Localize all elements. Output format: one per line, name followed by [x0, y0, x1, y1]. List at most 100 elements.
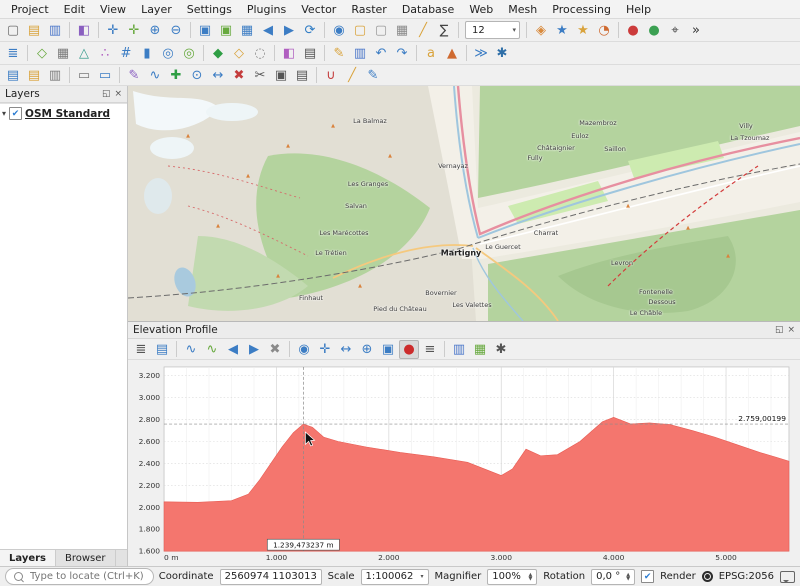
magnifier-spinner[interactable]: 100%▲▼	[487, 569, 537, 585]
python-console-icon[interactable]: ≫	[471, 44, 491, 63]
open-project-icon[interactable]: ▤	[24, 21, 44, 40]
show-bookmarks-icon[interactable]: ★	[573, 21, 593, 40]
osm-place-search-icon[interactable]: ●	[623, 21, 643, 40]
save-layer-edits-icon[interactable]: ▥	[350, 44, 370, 63]
digitize-with-segment-icon[interactable]: ∿	[145, 66, 165, 85]
menu-vector[interactable]: Vector	[294, 2, 343, 17]
lock-axis-scales-icon[interactable]: ≡	[420, 340, 440, 359]
zoom-full-profile-icon[interactable]: ▣	[378, 340, 398, 359]
menu-processing[interactable]: Processing	[545, 2, 618, 17]
menu-edit[interactable]: Edit	[57, 2, 92, 17]
zoom-to-layer-icon[interactable]: ▦	[237, 21, 257, 40]
zoom-to-selection-icon[interactable]: ▣	[216, 21, 236, 40]
menu-database[interactable]: Database	[395, 2, 462, 17]
elevation-profile-chart[interactable]: 1.6001.8002.0002.2002.4002.6002.8003.000…	[128, 360, 800, 566]
menu-plugins[interactable]: Plugins	[240, 2, 293, 17]
label-toolbar-icon[interactable]: a	[421, 44, 441, 63]
font-size-combo[interactable]: 12▾	[465, 21, 520, 39]
render-checkbox[interactable]: ✔	[641, 570, 654, 583]
pan-profile-icon[interactable]: ✛	[315, 340, 335, 359]
move-feature-icon[interactable]: ↔	[208, 66, 228, 85]
snapping-options-icon[interactable]: ∪	[321, 66, 341, 85]
add-wms-layer-icon[interactable]: ◎	[158, 44, 178, 63]
profile-options-icon[interactable]: ✱	[491, 340, 511, 359]
identify-features-icon[interactable]: ◉	[329, 21, 349, 40]
zoom-profile-icon[interactable]: ⊕	[357, 340, 377, 359]
measure-icon[interactable]: ╱	[342, 66, 362, 85]
identify-tool-icon[interactable]: ◉	[294, 340, 314, 359]
menu-help[interactable]: Help	[619, 2, 658, 17]
layer-checkbox[interactable]: ✔	[9, 107, 22, 120]
nudge-left-icon[interactable]: ◀	[223, 340, 243, 359]
refresh-map-icon[interactable]: ⟳	[300, 21, 320, 40]
export-image-icon[interactable]: ▦	[470, 340, 490, 359]
select-features-icon[interactable]: ▢	[350, 21, 370, 40]
zoom-last-icon[interactable]: ◀	[258, 21, 278, 40]
locate-box[interactable]	[5, 568, 154, 585]
statistical-summary-icon[interactable]: ∑	[434, 21, 454, 40]
menu-settings[interactable]: Settings	[180, 2, 239, 17]
deselect-features-icon[interactable]: ▢	[371, 21, 391, 40]
processing-toolbox-icon[interactable]: ✱	[492, 44, 512, 63]
undo-icon[interactable]: ↶	[371, 44, 391, 63]
zoom-next-icon[interactable]: ▶	[279, 21, 299, 40]
project-home-icon[interactable]: ▤	[3, 66, 23, 85]
add-xyz-layer-icon[interactable]: ◎	[179, 44, 199, 63]
open-layers-panel-icon[interactable]: ▤	[300, 44, 320, 63]
expander-icon[interactable]: ▾	[2, 109, 6, 118]
pin-labels-icon[interactable]: ⌖	[665, 21, 685, 40]
new-virtual-layer-icon[interactable]: ◌	[250, 44, 270, 63]
save-project-icon[interactable]: ▥	[45, 21, 65, 40]
zoom-in-icon[interactable]: ⊕	[145, 21, 165, 40]
add-mesh-layer-icon[interactable]: △	[74, 44, 94, 63]
tab-layers[interactable]: Layers	[0, 550, 56, 566]
new-bookmark-icon[interactable]: ★	[552, 21, 572, 40]
open-data-folder-icon[interactable]: ▤	[24, 66, 44, 85]
panel-close-icon[interactable]: ×	[787, 325, 795, 335]
add-feature-icon[interactable]: ✚	[166, 66, 186, 85]
locate-input[interactable]	[28, 570, 145, 583]
vertex-tool-icon[interactable]: ⊙	[187, 66, 207, 85]
open-layer-styling-icon[interactable]: ◧	[279, 44, 299, 63]
temporal-controller-icon[interactable]: ◔	[594, 21, 614, 40]
add-raster-layer-icon[interactable]: ▦	[53, 44, 73, 63]
menu-project[interactable]: Project	[4, 2, 56, 17]
current-edits-icon[interactable]: ✎	[124, 66, 144, 85]
add-postgis-layer-icon[interactable]: ▮	[137, 44, 157, 63]
paste-features-icon[interactable]: ▤	[292, 66, 312, 85]
capture-curve-from-feature-icon[interactable]: ∿	[202, 340, 222, 359]
tab-browser[interactable]: Browser	[56, 550, 116, 566]
show-layer-tree-icon[interactable]: ▤	[152, 340, 172, 359]
capture-curve-icon[interactable]: ∿	[181, 340, 201, 359]
menu-mesh[interactable]: Mesh	[501, 2, 544, 17]
menu-view[interactable]: View	[93, 2, 133, 17]
copy-features-icon[interactable]: ▣	[271, 66, 291, 85]
zoom-x-axis-icon[interactable]: ↔	[336, 340, 356, 359]
redo-icon[interactable]: ↷	[392, 44, 412, 63]
cut-features-icon[interactable]: ✂	[250, 66, 270, 85]
coordinate-field[interactable]: 2560974 1103013	[220, 569, 322, 585]
snapping-toggle-icon[interactable]: ●	[399, 340, 419, 359]
export-profile-icon[interactable]: ▥	[449, 340, 469, 359]
add-vector-layer-icon[interactable]: ◇	[32, 44, 52, 63]
scale-combo[interactable]: 1:100062▾	[361, 569, 429, 585]
new-project-icon[interactable]: ▢	[3, 21, 23, 40]
toolbar-overflow-icon[interactable]: »	[686, 21, 706, 40]
panel-dock-icon[interactable]: ◱	[775, 325, 784, 335]
layout-manager-icon[interactable]: ▭	[95, 66, 115, 85]
menu-raster[interactable]: Raster	[344, 2, 393, 17]
annotations-icon[interactable]: ✎	[363, 66, 383, 85]
save-as-icon[interactable]: ▥	[45, 66, 65, 85]
panel-dock-icon[interactable]: ◱	[102, 89, 111, 99]
delete-selected-icon[interactable]: ✖	[229, 66, 249, 85]
nudge-right-icon[interactable]: ▶	[244, 340, 264, 359]
toggle-editing-icon[interactable]: ✎	[329, 44, 349, 63]
crs-value[interactable]: EPSG:2056	[719, 571, 774, 582]
zoom-full-icon[interactable]: ▣	[195, 21, 215, 40]
add-delimited-text-icon[interactable]: #	[116, 44, 136, 63]
new-shapefile-layer-icon[interactable]: ◇	[229, 44, 249, 63]
clear-profile-icon[interactable]: ✖	[265, 340, 285, 359]
data-source-manager-icon[interactable]: ≣	[3, 44, 23, 63]
add-layers-icon[interactable]: ≣	[131, 340, 151, 359]
new-print-layout-icon[interactable]: ▭	[74, 66, 94, 85]
